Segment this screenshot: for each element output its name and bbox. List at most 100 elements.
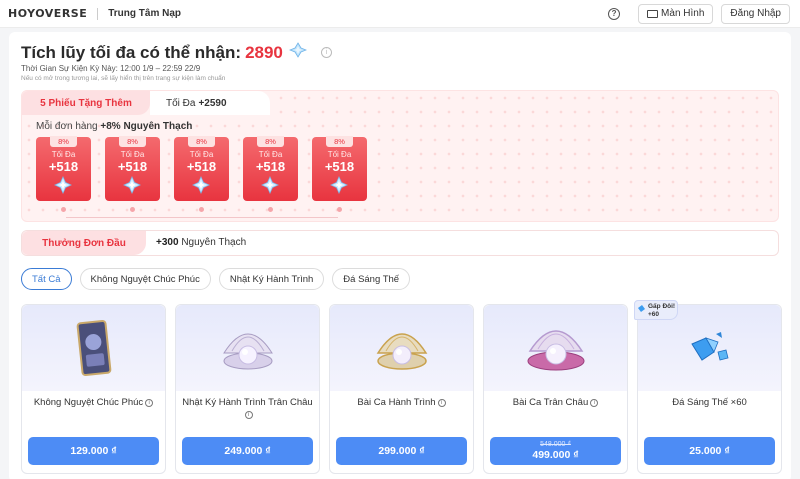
product-name: Bài Ca Trân Châu i [490,397,621,409]
bonus-coupons-tag: 5 Phiếu Tặng Thêm [22,91,150,115]
product-name: Nhật Ký Hành Trình Trân Châu i [182,397,313,421]
bonus-coupon-label: Tối Đa [120,150,145,159]
buy-button[interactable]: 299.000 ₫ [336,437,467,465]
screen-button-label: Màn Hình [661,8,705,19]
event-note: Nếu có mở trong tương lai, sẽ lấy hiển t… [21,75,226,82]
bonus-progress-line [66,217,338,218]
product-old-price: 548.000 ₫ [540,441,571,448]
per-order-prefix: Mỗi đơn hàng [36,121,98,132]
tab-welkin[interactable]: Không Nguyệt Chúc Phúc [79,268,211,290]
buy-button[interactable]: 249.000 ₫ [182,437,313,465]
product-price: 129.000 ₫ [70,445,117,457]
pearl-shell-icon [222,333,273,370]
product-image [176,305,319,391]
double-bonus-badge: Gấp Đôi! +60 [634,300,678,320]
crystal-icon [690,332,728,361]
progress-dot [337,207,342,212]
bonus-coupon-tag: 8% [50,136,77,147]
info-icon[interactable]: i [145,399,154,407]
bonus-panel: 5 Phiếu Tặng Thêm Tối Đa +2590 Mỗi đơn h… [21,90,779,222]
summary-title-row: Tích lũy tối đa có thể nhận: 2890 i [21,42,332,63]
summary-title: Tích lũy tối đa có thể nhận: [21,42,242,62]
bonus-coupon-tag: 8% [257,136,284,147]
product-price: 499.000 ₫ [532,449,579,461]
page-title: Trung Tâm Nạp [108,8,182,19]
tab-genesis-crystal[interactable]: Đá Sáng Thế [332,268,411,290]
first-order-tag: Thưởng Đơn Đầu [22,231,146,255]
first-order-text: +300 Nguyên Thạch [156,237,246,248]
info-icon[interactable]: i [320,47,332,58]
bonus-coupon-label: Tối Đa [258,150,283,159]
product-name: Không Nguyệt Chúc Phúc i [28,397,159,409]
bonus-coupon-value: +518 [186,159,217,174]
bonus-coupon: Tối Đa +518 8% [36,136,91,212]
buy-button[interactable]: 129.000 ₫ [28,437,159,465]
product-name-text: Không Nguyệt Chúc Phúc [33,397,144,408]
product-card[interactable]: Gấp Đôi! +60 Đá Sáng Thế ×60 25.000 ₫ [634,300,782,474]
product-list: Không Nguyệt Chúc Phúc i 129.000 ₫ Nhật K… [21,300,782,474]
bonus-max-prefix: Tối Đa [166,97,196,109]
product-price: 299.000 ₫ [378,445,425,457]
bonus-coupon: Tối Đa +518 8% [312,136,367,212]
bonus-coupon: Tối Đa +518 8% [105,136,160,212]
bonus-coupon-label: Tối Đa [51,150,76,159]
summary-total: 2890 [245,42,283,62]
hoyoverse-logo[interactable]: HOYOVERSE [8,7,87,20]
bonus-coupon: Tối Đa +518 8% [174,136,229,212]
bonus-coupon-value: +518 [255,159,286,174]
screen-button[interactable]: Màn Hình [638,3,714,24]
badge-line1: Gấp Đôi! [648,303,676,310]
bonus-max-value: +2590 [198,97,227,109]
first-order-label: Nguyên Thạch [181,237,247,248]
progress-dot [268,207,273,212]
bonus-coupon-tag: 8% [119,136,146,147]
product-name-text: Nhật Ký Hành Trình Trân Châu [182,397,313,408]
bonus-coupon-label: Tối Đa [327,150,352,159]
monitor-icon [647,9,659,18]
product-card[interactable]: Bài Ca Trân Châu i 548.000 ₫ 499.000 ₫ [483,304,628,474]
event-time: Thời Gian Sự Kiện Kỳ Này: 12:00 1/9 – 22… [21,64,201,73]
bonus-coupon: Tối Đa +518 8% [243,136,298,212]
per-order-value: +8% Nguyên Thạch [100,121,193,132]
product-price: 25.000 ₫ [689,445,730,457]
product-price: 249.000 ₫ [224,445,271,457]
gold-pearl-shell-icon [376,333,427,370]
info-icon[interactable]: i [590,399,599,407]
product-name: Bài Ca Hành Trình i [336,397,467,409]
progress-dot [130,207,135,212]
bonus-max: Tối Đa +2590 [150,91,270,115]
product-image [330,305,473,391]
bonus-coupon-label: Tối Đa [189,150,214,159]
product-card[interactable]: Nhật Ký Hành Trình Trân Châu i 249.000 ₫ [175,304,320,474]
header-actions: ? Màn Hình Đăng Nhập [608,3,790,24]
login-button[interactable]: Đăng Nhập [721,3,790,24]
info-icon[interactable]: i [437,399,446,407]
bonus-coupon-value: +518 [324,159,355,174]
primogem-icon [54,176,72,199]
buy-button[interactable]: 25.000 ₫ [644,437,775,465]
tab-battle-pass[interactable]: Nhật Ký Hành Trình [218,268,325,290]
product-name: Đá Sáng Thế ×60 [644,397,775,409]
product-card[interactable]: Không Nguyệt Chúc Phúc i 129.000 ₫ [21,304,166,474]
header-divider [97,7,99,20]
info-icon[interactable]: i [244,411,253,419]
bonus-coupon-value: +518 [117,159,148,174]
card-icon [76,319,111,377]
product-card[interactable]: Bài Ca Hành Trình i 299.000 ₫ [329,304,474,474]
buy-button[interactable]: 548.000 ₫ 499.000 ₫ [490,437,621,465]
progress-dot [61,207,66,212]
first-order-bonus: Thưởng Đơn Đầu +300 Nguyên Thạch [21,230,779,256]
primogem-icon [192,176,210,199]
login-button-label: Đăng Nhập [730,8,781,19]
tab-all[interactable]: Tất Cả [21,268,72,290]
product-name-text: Bài Ca Hành Trình [357,397,436,408]
product-name-text: Bài Ca Trân Châu [512,397,589,408]
progress-dot [199,207,204,212]
primogem-icon [288,42,307,63]
help-icon[interactable]: ? [608,7,621,20]
bonus-coupon-tag: 8% [326,136,353,147]
product-image [22,305,165,391]
first-order-value: +300 [156,237,179,248]
primogem-icon [123,176,141,199]
pink-pearl-shell-icon [527,330,584,371]
